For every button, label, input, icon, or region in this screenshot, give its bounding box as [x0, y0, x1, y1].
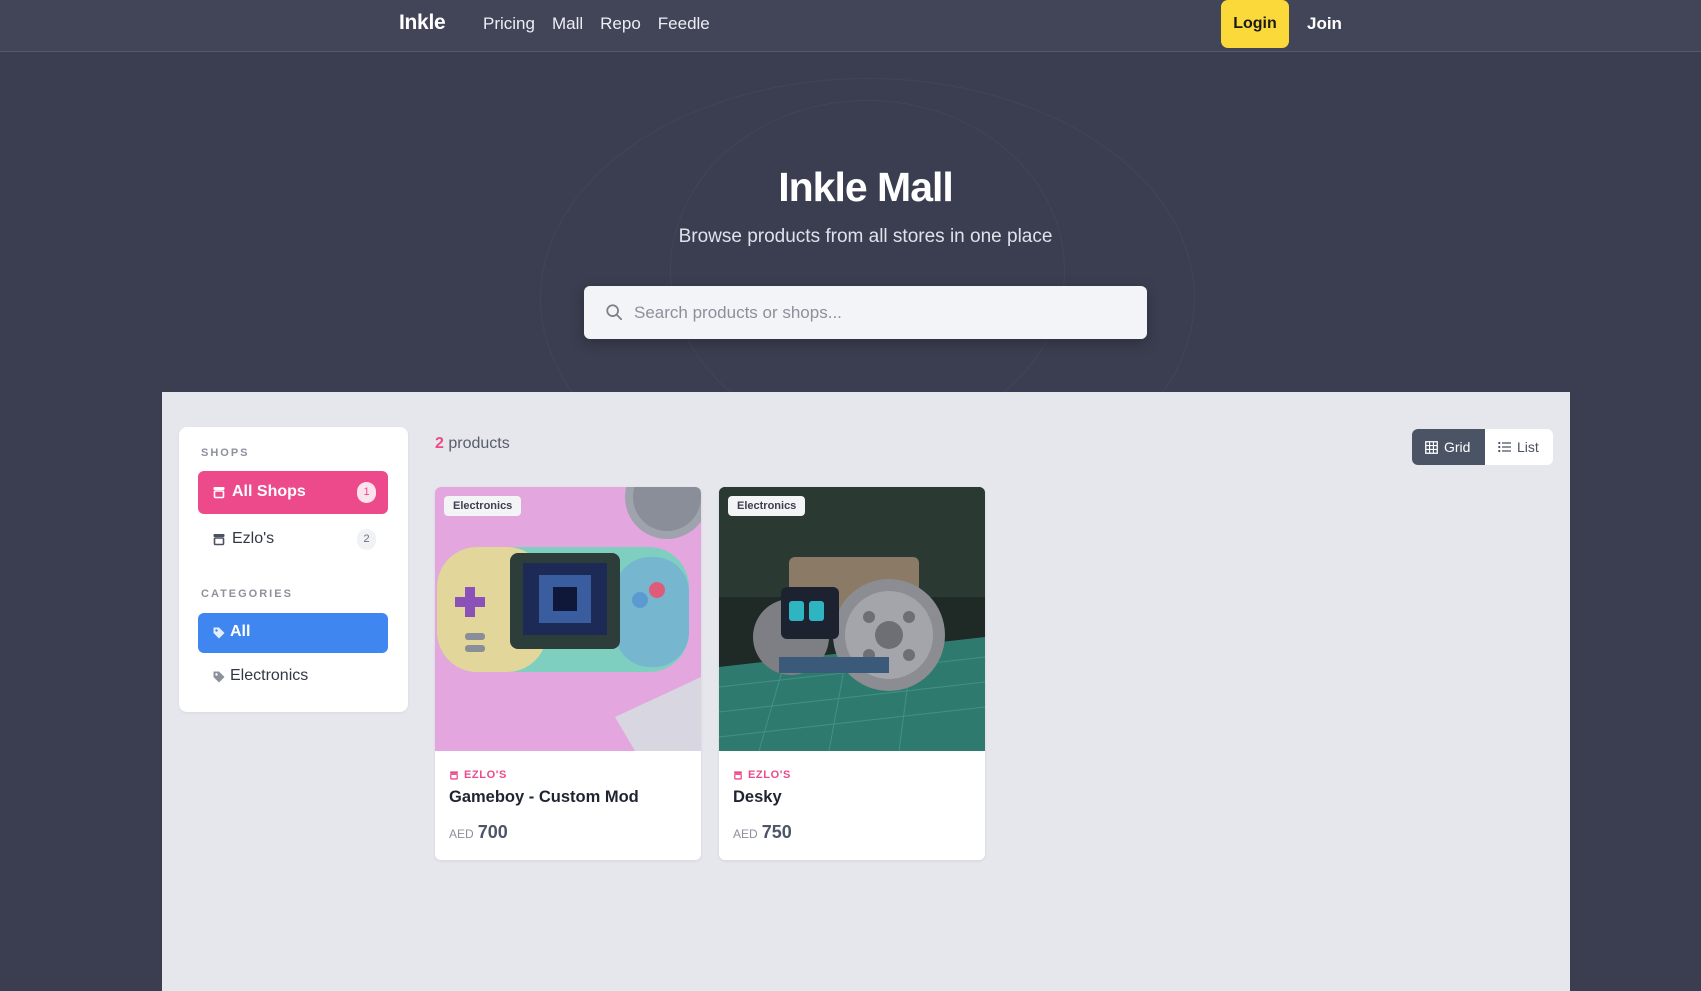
brand-logo[interactable]: Inkle [399, 11, 446, 35]
hero-decor-ring-inner [670, 100, 1065, 440]
product-price: AED 750 [733, 822, 792, 843]
store-icon [213, 534, 225, 546]
grid-view-label: Grid [1444, 439, 1471, 455]
store-icon [450, 771, 458, 780]
list-icon [1498, 441, 1511, 453]
product-price: AED 700 [449, 822, 508, 843]
join-link[interactable]: Join [1307, 14, 1342, 34]
shop-count-badge: 2 [357, 529, 376, 550]
tag-icon [213, 627, 225, 639]
store-icon [213, 487, 225, 499]
view-toggle: Grid List [1412, 429, 1553, 465]
category-filter-label: All [230, 623, 251, 640]
category-filter-label: Electronics [230, 667, 309, 684]
top-navbar: Inkle Pricing Mall Repo Feedle Login Joi… [0, 0, 1701, 52]
shop-filter-all-shops[interactable]: All Shops 1 [198, 471, 388, 514]
nav-links: Pricing Mall Repo Feedle [483, 14, 710, 34]
product-shop[interactable]: EZLO'S [733, 769, 791, 781]
product-card[interactable]: Electronics EZLO'S Gameboy - Custom Mod … [435, 487, 701, 860]
list-view-button[interactable]: List [1485, 429, 1553, 465]
filter-sidebar: SHOPS All Shops 1 Ezlo's 2 CATEGORIES Al… [179, 427, 408, 712]
shops-heading: SHOPS [201, 447, 250, 459]
nav-link-mall[interactable]: Mall [552, 14, 583, 34]
price-currency: AED [449, 827, 474, 841]
product-shop-name: EZLO'S [464, 769, 507, 781]
page-subtitle: Browse products from all stores in one p… [678, 226, 1053, 247]
grid-view-button[interactable]: Grid [1412, 429, 1485, 465]
page-title: Inkle Mall [778, 164, 954, 210]
product-shop[interactable]: EZLO'S [449, 769, 507, 781]
shop-count-badge: 1 [357, 482, 376, 503]
search-input[interactable] [634, 286, 1134, 339]
search-bar[interactable] [584, 286, 1147, 339]
product-card[interactable]: Electronics EZLO'S Desky AED 750 [719, 487, 985, 860]
product-count-number: 2 [435, 435, 444, 452]
product-shop-name: EZLO'S [748, 769, 791, 781]
product-category-badge: Electronics [728, 496, 806, 516]
list-view-label: List [1517, 439, 1539, 455]
product-image-desky [719, 487, 985, 751]
price-amount: 750 [761, 822, 792, 842]
price-amount: 700 [477, 822, 508, 842]
product-image-gameboy [435, 487, 701, 751]
nav-link-feedle[interactable]: Feedle [658, 14, 710, 34]
shop-filter-ezlos[interactable]: Ezlo's 2 [198, 518, 388, 561]
tag-icon [213, 671, 225, 683]
category-filter-electronics[interactable]: Electronics [198, 657, 388, 697]
product-count-label: products [448, 435, 510, 452]
nav-link-pricing[interactable]: Pricing [483, 14, 535, 34]
price-currency: AED [733, 827, 758, 841]
product-name[interactable]: Gameboy - Custom Mod [449, 788, 639, 807]
mall-content: SHOPS All Shops 1 Ezlo's 2 CATEGORIES Al… [162, 392, 1570, 991]
categories-heading: CATEGORIES [201, 588, 293, 600]
category-filter-all[interactable]: All [198, 613, 388, 653]
login-button[interactable]: Login [1221, 0, 1289, 48]
shop-filter-label: Ezlo's [232, 530, 275, 547]
grid-icon [1425, 440, 1438, 454]
product-category-badge: Electronics [444, 496, 522, 516]
product-count: 2 products [435, 435, 510, 453]
store-icon [734, 771, 742, 780]
shop-filter-label: All Shops [232, 483, 306, 500]
search-icon [606, 304, 623, 321]
product-name[interactable]: Desky [733, 788, 782, 807]
nav-link-repo[interactable]: Repo [600, 14, 641, 34]
